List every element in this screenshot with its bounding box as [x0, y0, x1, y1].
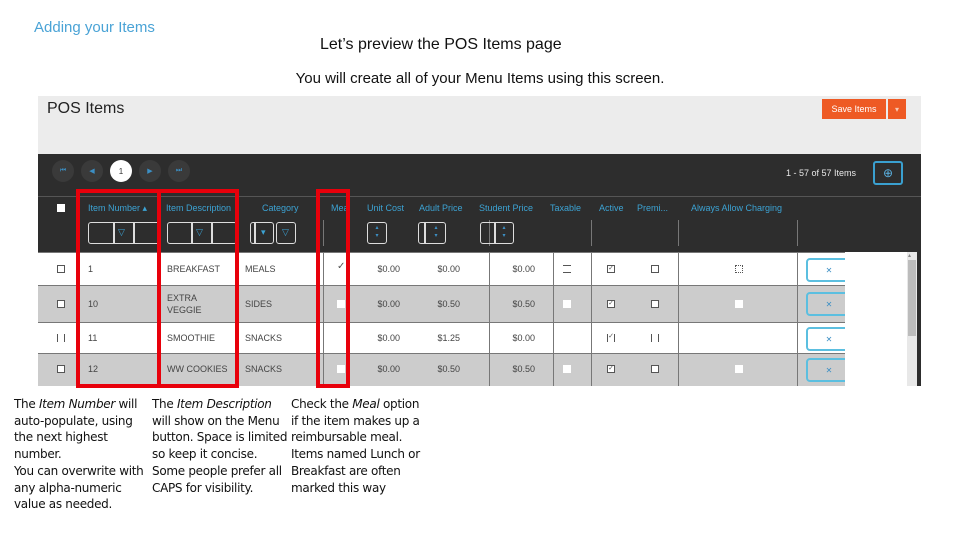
column-header-active[interactable]: Active [599, 203, 624, 213]
save-options-button[interactable]: ▾ [888, 99, 906, 119]
category-filter-button[interactable]: ▽ [276, 222, 296, 244]
chevron-down-icon: ▾ [261, 227, 266, 237]
slide-title: Adding your Items [34, 19, 155, 36]
add-item-button[interactable]: ⊕ [873, 161, 903, 185]
column-header-adult-price[interactable]: Adult Price [419, 203, 463, 213]
premium-checkbox[interactable] [651, 300, 659, 308]
active-checkbox-checked[interactable]: ✓ [607, 365, 615, 373]
note-item-number: The Item Number will auto-populate, usin… [14, 396, 150, 513]
caret-down-icon: ▾ [894, 104, 899, 114]
select-all-checkbox[interactable] [57, 204, 65, 212]
spin-down-icon[interactable]: ▾ [372, 232, 382, 241]
adult-price-cell[interactable]: $1.25 [428, 333, 460, 343]
slide-heading: Let’s preview the POS Items page [320, 36, 562, 53]
grid-overflow-area [845, 252, 907, 386]
slide-subheading: You will create all of your Menu Items u… [295, 70, 665, 87]
note-text: option if the item makes up a reimbursab… [291, 397, 420, 495]
spin-down-icon[interactable]: ▾ [499, 232, 509, 241]
next-page-button[interactable]: ▶ [139, 160, 161, 182]
adult-price-cell[interactable]: $0.00 [428, 264, 460, 274]
note-text: The [152, 397, 177, 411]
premium-checkbox[interactable] [651, 334, 659, 342]
filter-icon: ▽ [282, 227, 289, 237]
first-page-button[interactable]: ⏮ [52, 160, 74, 182]
column-header-always-allow-charging[interactable]: Always Allow Charging [691, 203, 782, 213]
note-text: Check the [291, 397, 353, 411]
category-cell[interactable]: SIDES [245, 299, 272, 309]
category-cell[interactable]: SNACKS [245, 364, 282, 374]
close-icon: ✕ [825, 299, 833, 309]
always-allow-charging-checkbox[interactable] [735, 365, 743, 373]
always-allow-charging-checkbox[interactable] [735, 300, 743, 308]
row-select-checkbox[interactable] [57, 265, 65, 273]
taxable-checkbox[interactable] [563, 265, 571, 273]
unit-cost-filter[interactable]: ▴ ▾ [367, 222, 387, 244]
column-header-category[interactable]: Category [262, 203, 299, 213]
unit-cost-cell[interactable]: $0.00 [368, 299, 400, 309]
save-items-button[interactable]: Save Items [822, 99, 886, 119]
unit-cost-cell[interactable]: $0.00 [368, 333, 400, 343]
highlight-meal-column [316, 189, 350, 388]
unit-cost-cell[interactable]: $0.00 [368, 364, 400, 374]
student-price-filter[interactable]: ▴ ▾ [480, 222, 514, 244]
active-checkbox-checked[interactable]: ✓ [607, 333, 615, 342]
note-emphasis: Item Number [38, 397, 115, 411]
student-price-cell[interactable]: $0.50 [503, 364, 535, 374]
vertical-scrollbar[interactable]: ▴ [907, 252, 917, 386]
premium-checkbox[interactable] [651, 265, 659, 273]
prev-page-icon: ◀ [89, 168, 95, 175]
adult-price-filter[interactable]: ▴ ▾ [418, 222, 446, 244]
close-icon: ✕ [825, 365, 833, 375]
first-page-icon: ⏮ [59, 167, 67, 174]
student-price-cell[interactable]: $0.00 [503, 264, 535, 274]
category-cell[interactable]: MEALS [245, 264, 276, 274]
always-allow-charging-checkbox[interactable] [735, 265, 743, 273]
note-text: You can overwrite with any alpha-numeric… [14, 463, 144, 512]
column-header-unit-cost[interactable]: Unit Cost [367, 203, 404, 213]
spin-down-icon[interactable]: ▾ [431, 232, 441, 241]
adult-price-cell[interactable]: $0.50 [428, 364, 460, 374]
note-text: The [14, 397, 39, 411]
taxable-checkbox[interactable] [563, 300, 571, 308]
note-emphasis: Item Description [176, 397, 272, 411]
plus-circle-icon: ⊕ [882, 166, 894, 180]
highlight-item-number-column [76, 189, 161, 388]
next-page-icon: ▶ [147, 168, 153, 175]
premium-checkbox[interactable] [651, 365, 659, 373]
row-select-checkbox[interactable] [57, 334, 65, 342]
page-1-button[interactable]: 1 [110, 160, 132, 182]
item-count: 1 - 57 of 57 Items [786, 168, 857, 178]
prev-page-button[interactable]: ◀ [81, 160, 103, 182]
note-item-description: The Item Description will show on the Me… [152, 396, 288, 496]
last-page-icon: ⏭ [175, 167, 183, 174]
highlight-item-description-column [157, 189, 239, 388]
column-header-student-price[interactable]: Student Price [479, 203, 533, 213]
last-page-button[interactable]: ⏭ [168, 160, 190, 182]
column-header-taxable[interactable]: Taxable [550, 203, 581, 213]
note-emphasis: Meal [352, 397, 380, 411]
student-price-cell[interactable]: $0.00 [503, 333, 535, 343]
column-header-premium[interactable]: Premi... [637, 203, 668, 213]
note-text: Some people prefer all CAPS for visibili… [152, 463, 282, 495]
pager: ⏮ ◀ 1 ▶ ⏭ [52, 160, 190, 184]
category-cell[interactable]: SNACKS [245, 333, 282, 343]
category-filter-dropdown[interactable]: ▾ [250, 222, 274, 244]
row-select-checkbox[interactable] [57, 365, 65, 373]
page-title: POS Items [47, 100, 125, 117]
note-text: will show on the Menu button. Space is l… [152, 413, 288, 462]
active-checkbox-checked[interactable]: ✓ [607, 265, 615, 273]
student-price-cell[interactable]: $0.50 [503, 299, 535, 309]
active-checkbox-checked[interactable]: ✓ [607, 300, 615, 308]
scroll-up-icon[interactable]: ▴ [908, 252, 911, 259]
close-icon: ✕ [825, 334, 833, 344]
close-icon: ✕ [825, 265, 833, 275]
row-select-checkbox[interactable] [57, 300, 65, 308]
note-meal: Check the Meal option if the item makes … [291, 396, 425, 496]
taxable-checkbox[interactable] [563, 365, 571, 373]
scrollbar-thumb[interactable] [908, 260, 916, 336]
unit-cost-cell[interactable]: $0.00 [368, 264, 400, 274]
adult-price-cell[interactable]: $0.50 [428, 299, 460, 309]
